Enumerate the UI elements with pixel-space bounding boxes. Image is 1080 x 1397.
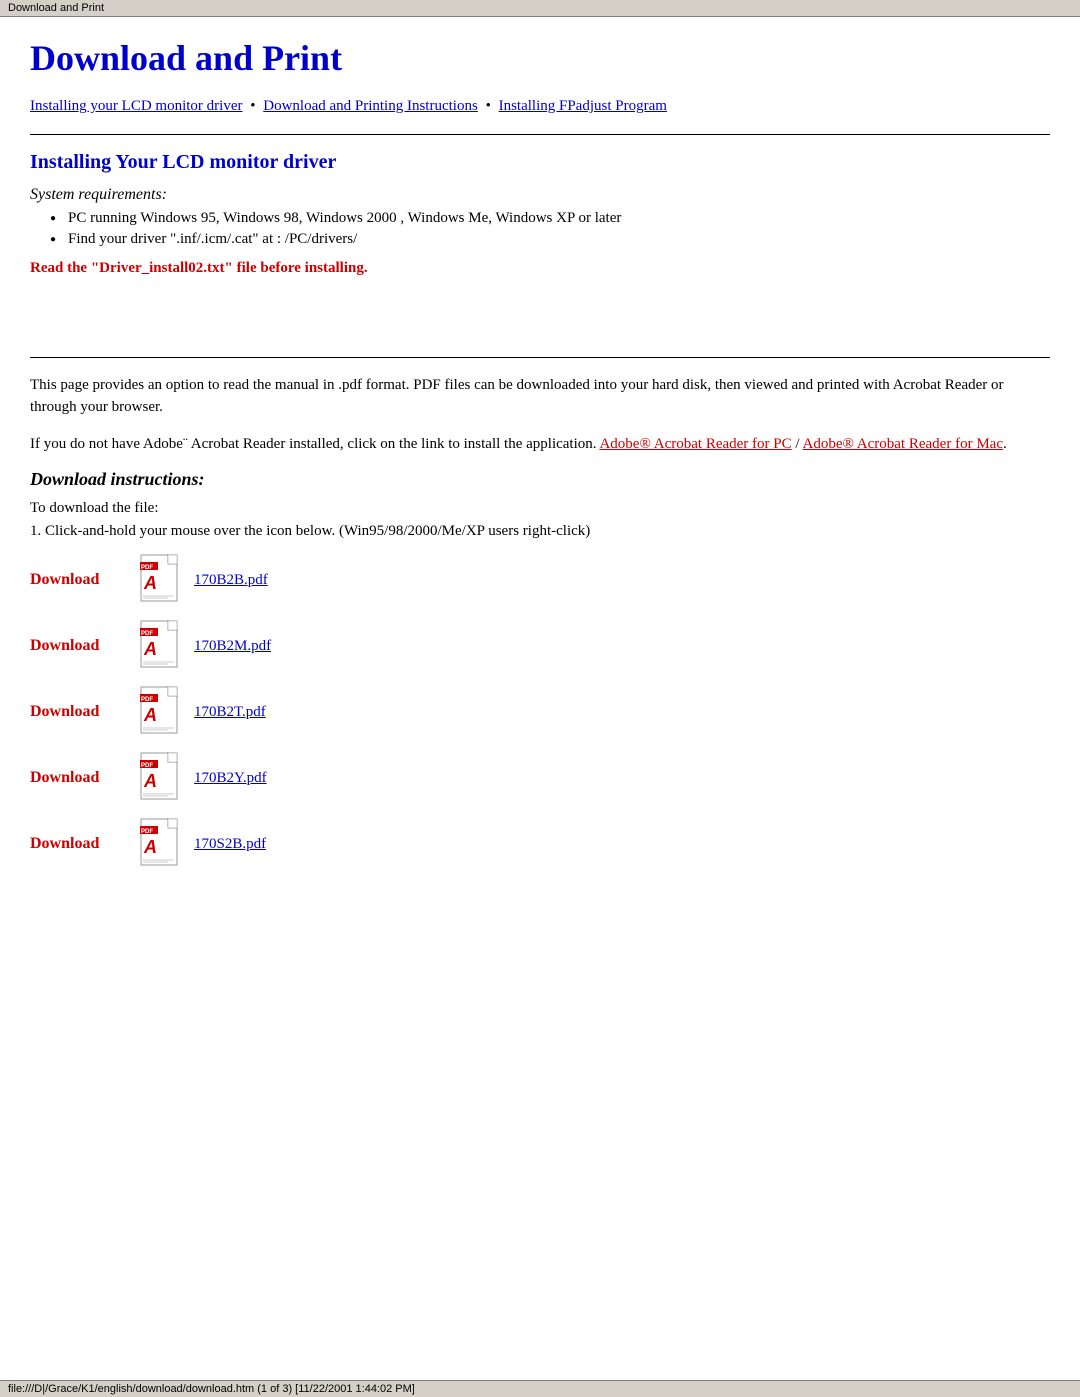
pdf-link-1[interactable]: 170B2B.pdf	[194, 572, 268, 589]
requirements-list: PC running Windows 95, Windows 98, Windo…	[50, 210, 1050, 248]
svg-text:PDF: PDF	[141, 763, 153, 769]
svg-text:A: A	[143, 639, 157, 659]
system-requirements-label: System requirements:	[30, 186, 1050, 204]
download-row-1: Download PDF A 170B2B.pdf	[30, 554, 1050, 606]
svg-text:A: A	[143, 771, 157, 791]
requirement-item-1: PC running Windows 95, Windows 98, Windo…	[50, 210, 1050, 227]
svg-text:A: A	[143, 705, 157, 725]
download-list: Download PDF A 170B2B.pdf	[30, 554, 1050, 870]
pdf-icon-2: PDF A	[140, 620, 186, 672]
acrobat-mac-link[interactable]: Adobe® Acrobat Reader for Mac	[802, 436, 1003, 452]
pdf-icon-5: PDF A	[140, 818, 186, 870]
page-wrapper: Download and Print Installing your LCD m…	[0, 17, 1080, 924]
intro2-suffix: .	[1003, 436, 1007, 452]
svg-text:A: A	[143, 837, 157, 857]
divider-1	[30, 134, 1050, 135]
breadcrumb: Installing your LCD monitor driver • Dow…	[30, 95, 1050, 118]
intro2-prefix: If you do not have Adobe¨ Acrobat Reader…	[30, 436, 599, 452]
intro2-separator: /	[792, 436, 803, 452]
status-bar: file:///D|/Grace/K1/english/download/dow…	[0, 1380, 1080, 1397]
svg-text:PDF: PDF	[141, 697, 153, 703]
svg-text:PDF: PDF	[141, 829, 153, 835]
download-row-4: Download PDF A 170B2Y.pdf	[30, 752, 1050, 804]
pdf-link-4[interactable]: 170B2Y.pdf	[194, 770, 267, 787]
download-instructions-heading: Download instructions:	[30, 469, 1050, 490]
section-lcd-heading: Installing Your LCD monitor driver	[30, 151, 1050, 174]
svg-text:PDF: PDF	[141, 565, 153, 571]
section-lcd-driver: Installing Your LCD monitor driver Syste…	[30, 151, 1050, 277]
acrobat-pc-link[interactable]: Adobe® Acrobat Reader for PC	[599, 436, 791, 452]
pdf-link-2[interactable]: 170B2M.pdf	[194, 638, 271, 655]
intro-text-1: This page provides an option to read the…	[30, 374, 1050, 419]
svg-text:A: A	[143, 573, 157, 593]
page-title: Download and Print	[30, 37, 1050, 79]
download-label-4: Download	[30, 769, 140, 787]
breadcrumb-link-fpadjust[interactable]: Installing FPadjust Program	[499, 98, 667, 114]
svg-text:PDF: PDF	[141, 631, 153, 637]
warning-text: Read the "Driver_install02.txt" file bef…	[30, 260, 1050, 277]
pdf-icon-4: PDF A	[140, 752, 186, 804]
pdf-link-5[interactable]: 170S2B.pdf	[194, 836, 266, 853]
download-row-3: Download PDF A 170B2T.pdf	[30, 686, 1050, 738]
download-row-5: Download PDF A 170S2B.pdf	[30, 818, 1050, 870]
pdf-icon-1: PDF A	[140, 554, 186, 606]
to-download-text: To download the file:	[30, 500, 1050, 517]
breadcrumb-sep-2: •	[482, 98, 495, 114]
browser-bar: Download and Print	[0, 0, 1080, 17]
download-label-1: Download	[30, 571, 140, 589]
section-download: This page provides an option to read the…	[30, 374, 1050, 871]
intro-text-2: If you do not have Adobe¨ Acrobat Reader…	[30, 433, 1050, 456]
download-row-2: Download PDF A 170B2M.pdf	[30, 620, 1050, 672]
pdf-link-3[interactable]: 170B2T.pdf	[194, 704, 266, 721]
download-label-5: Download	[30, 835, 140, 853]
breadcrumb-link-lcd[interactable]: Installing your LCD monitor driver	[30, 98, 242, 114]
breadcrumb-sep-1: •	[246, 98, 259, 114]
requirement-item-2: Find your driver ".inf/.icm/.cat" at : /…	[50, 231, 1050, 248]
step-1-text: 1. Click-and-hold your mouse over the ic…	[30, 523, 1050, 540]
breadcrumb-link-download[interactable]: Download and Printing Instructions	[263, 98, 478, 114]
browser-title: Download and Print	[8, 2, 104, 14]
status-text: file:///D|/Grace/K1/english/download/dow…	[8, 1383, 415, 1395]
divider-2	[30, 357, 1050, 358]
download-label-3: Download	[30, 703, 140, 721]
pdf-icon-3: PDF A	[140, 686, 186, 738]
download-label-2: Download	[30, 637, 140, 655]
